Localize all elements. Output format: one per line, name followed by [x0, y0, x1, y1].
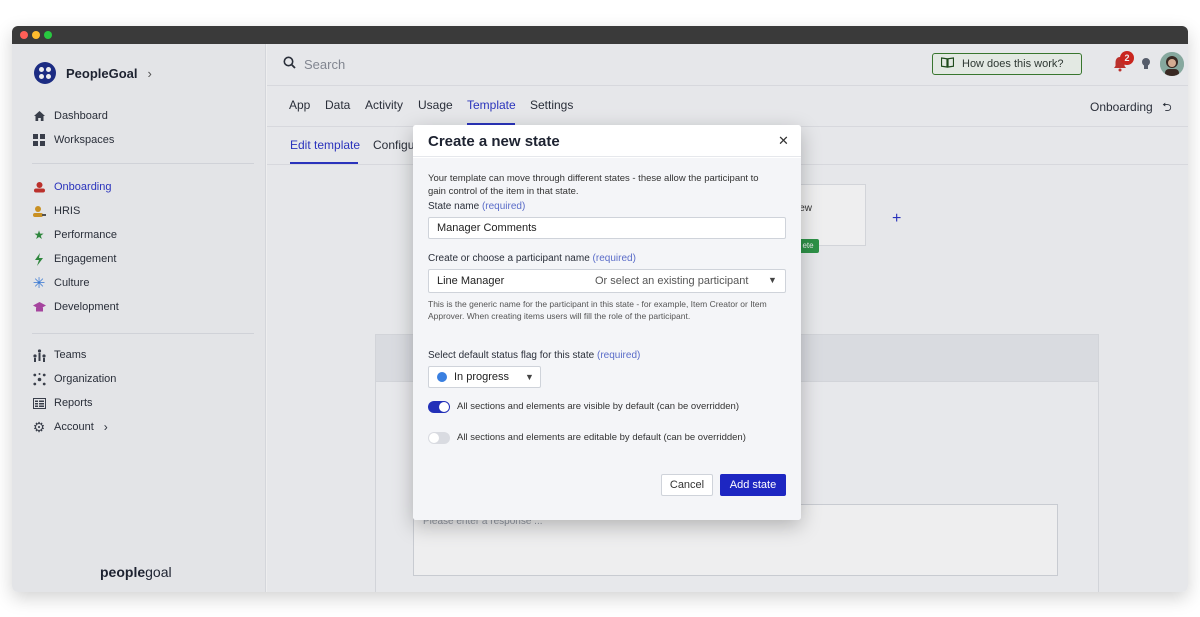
participant-hint: This is the generic name for the partici… [428, 299, 767, 321]
required-marker: (required) [481, 201, 526, 212]
required-marker: (required) [596, 350, 641, 361]
close-window-dot[interactable] [20, 31, 28, 39]
status-color-dot [437, 372, 447, 382]
state-name-label: State name (required) [428, 201, 525, 212]
minimize-window-dot[interactable] [32, 31, 40, 39]
visible-by-default-toggle[interactable] [428, 401, 450, 413]
editable-by-default-toggle[interactable] [428, 432, 450, 444]
participant-value: Line Manager [437, 275, 505, 287]
modal-title: Create a new state [428, 133, 560, 150]
status-value: In progress [454, 371, 510, 383]
participant-label-text: Create or choose a participant name [428, 253, 590, 264]
editable-by-default-label: All sections and elements are editable b… [457, 432, 746, 443]
app-window: PeopleGoal › Dashboard Workspaces Onboar… [12, 26, 1188, 592]
maximize-window-dot[interactable] [44, 31, 52, 39]
add-state-button[interactable]: Add state [720, 474, 786, 496]
modal-body: Your template can move through different… [413, 158, 801, 520]
status-flag-select[interactable]: In progress ▼ [428, 366, 541, 388]
modal-description: Your template can move through different… [428, 173, 759, 197]
create-state-modal: Create a new state ✕ Your template can m… [413, 125, 801, 520]
participant-select-prompt: Or select an existing participant [595, 275, 749, 287]
status-label: Select default status flag for this stat… [428, 350, 640, 361]
cancel-button[interactable]: Cancel [661, 474, 713, 496]
state-name-input[interactable]: Manager Comments [428, 217, 786, 239]
required-marker: (required) [592, 253, 636, 264]
close-icon[interactable]: ✕ [778, 133, 789, 149]
window-titlebar [12, 26, 1188, 44]
caret-down-icon: ▼ [525, 372, 534, 382]
visible-by-default-label: All sections and elements are visible by… [457, 401, 739, 412]
state-name-label-text: State name [428, 201, 480, 212]
status-label-text: Select default status flag for this stat… [428, 350, 595, 361]
caret-down-icon: ▼ [768, 275, 777, 285]
participant-label: Create or choose a participant name (req… [428, 253, 636, 264]
modal-header: Create a new state ✕ [413, 125, 801, 157]
participant-select[interactable]: Line Manager Or select an existing parti… [428, 269, 786, 293]
